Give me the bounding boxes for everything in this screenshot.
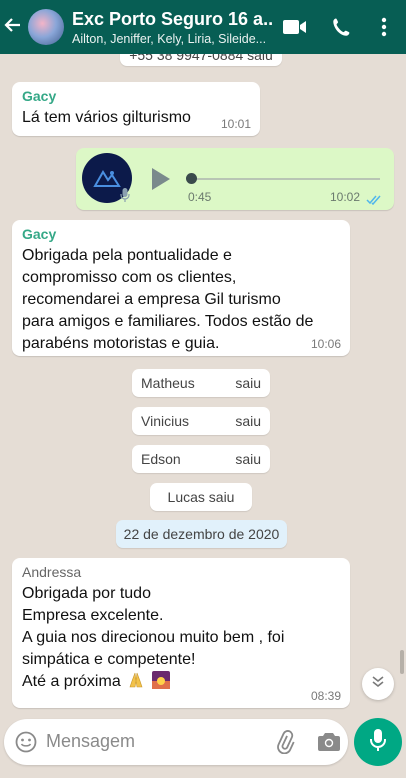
sunset-icon	[151, 671, 170, 696]
more-options-icon[interactable]	[376, 0, 392, 54]
system-message: Edson saiu	[132, 445, 270, 473]
message-line: parabéns motoristas e guia.	[22, 335, 220, 352]
chat-messages[interactable]: +55 38 9947-0884 saiu Gacy Lá tem vários…	[0, 54, 406, 718]
message-line: simpática e competente!	[22, 651, 196, 668]
chat-title-area[interactable]: Exc Porto Seguro 16 a... Ailton, Jeniffe…	[72, 9, 272, 46]
message-line: compromisso com os clientes,	[22, 269, 237, 286]
system-member-name: Vinicius	[141, 413, 189, 429]
attach-icon[interactable]	[274, 730, 296, 759]
date-divider: 22 de dezembro de 2020	[116, 520, 287, 548]
voice-progress-track[interactable]	[190, 178, 380, 180]
double-check-read-icon	[366, 192, 382, 210]
system-message: Lucas saiu	[150, 483, 252, 511]
system-action: saiu	[235, 375, 261, 391]
message-sender: Gacy	[22, 226, 57, 242]
system-message: Vinicius saiu	[132, 407, 270, 435]
message-time: 08:39	[310, 689, 341, 703]
video-call-icon[interactable]	[282, 0, 308, 54]
microphone-icon	[370, 728, 386, 756]
voice-progress-handle[interactable]	[186, 173, 197, 184]
chat-participants: Ailton, Jeniffer, Kely, Liria, Sileide..…	[72, 31, 267, 46]
emoji-icon[interactable]	[15, 731, 37, 758]
message-input-bar[interactable]: Mensagem	[4, 719, 348, 765]
message-line: Empresa excelente.	[22, 607, 164, 624]
system-message-text: Lucas saiu	[167, 489, 235, 505]
message-time: 10:01	[220, 117, 251, 131]
message-input[interactable]: Mensagem	[46, 731, 135, 752]
chevron-double-down-icon	[371, 675, 385, 693]
incoming-message[interactable]: Gacy Obrigada pela pontualidade e compro…	[12, 220, 350, 356]
system-message: +55 38 9947-0884 saiu	[120, 54, 282, 66]
system-member-name: Matheus	[141, 375, 195, 391]
message-last-line: Até a próxima	[22, 671, 340, 696]
message-line: Até a próxima	[22, 673, 121, 690]
message-line: para amigos e familiares. Todos estão de	[22, 313, 314, 330]
chat-title: Exc Porto Seguro 16 a...	[72, 8, 272, 29]
system-action: saiu	[235, 451, 261, 467]
scroll-to-bottom-button[interactable]	[362, 668, 394, 700]
camera-icon[interactable]	[318, 732, 340, 756]
message-line: recomendarei a empresa Gil turismo	[22, 291, 281, 308]
outgoing-voice-message[interactable]: 0:45 10:02	[76, 148, 394, 210]
system-message-text: +55 38 9947-0884 saiu	[129, 54, 273, 63]
praying-hands-icon	[127, 671, 145, 696]
microphone-icon	[120, 188, 130, 207]
message-time: 10:06	[310, 337, 341, 351]
system-action: saiu	[235, 413, 261, 429]
incoming-message[interactable]: Gacy Lá tem vários gilturismo 10:01	[12, 82, 260, 136]
voice-duration: 0:45	[188, 190, 212, 204]
message-sender: Gacy	[22, 88, 57, 104]
message-line: Obrigada por tudo	[22, 585, 151, 602]
message-line: Obrigada pela pontualidade e	[22, 247, 232, 264]
incoming-message[interactable]: Andressa Obrigada por tudo Empresa excel…	[12, 558, 350, 708]
message-time: 10:02	[330, 190, 361, 204]
phone-call-icon[interactable]	[330, 0, 354, 54]
voice-record-button[interactable]	[354, 718, 402, 766]
system-message: Matheus saiu	[132, 369, 270, 397]
message-text: Lá tem vários gilturismo	[22, 109, 191, 126]
system-member-name: Edson	[141, 451, 181, 467]
message-sender: Andressa	[22, 564, 82, 580]
scrollbar-thumb[interactable]	[400, 650, 404, 674]
play-icon[interactable]	[152, 168, 170, 195]
date-divider-text: 22 de dezembro de 2020	[123, 526, 280, 542]
arrow-left-icon[interactable]	[4, 16, 26, 38]
group-avatar[interactable]	[28, 9, 64, 45]
chat-header: Exc Porto Seguro 16 a... Ailton, Jeniffe…	[0, 0, 406, 54]
message-line: A guia nos direcionou muito bem , foi	[22, 629, 285, 646]
